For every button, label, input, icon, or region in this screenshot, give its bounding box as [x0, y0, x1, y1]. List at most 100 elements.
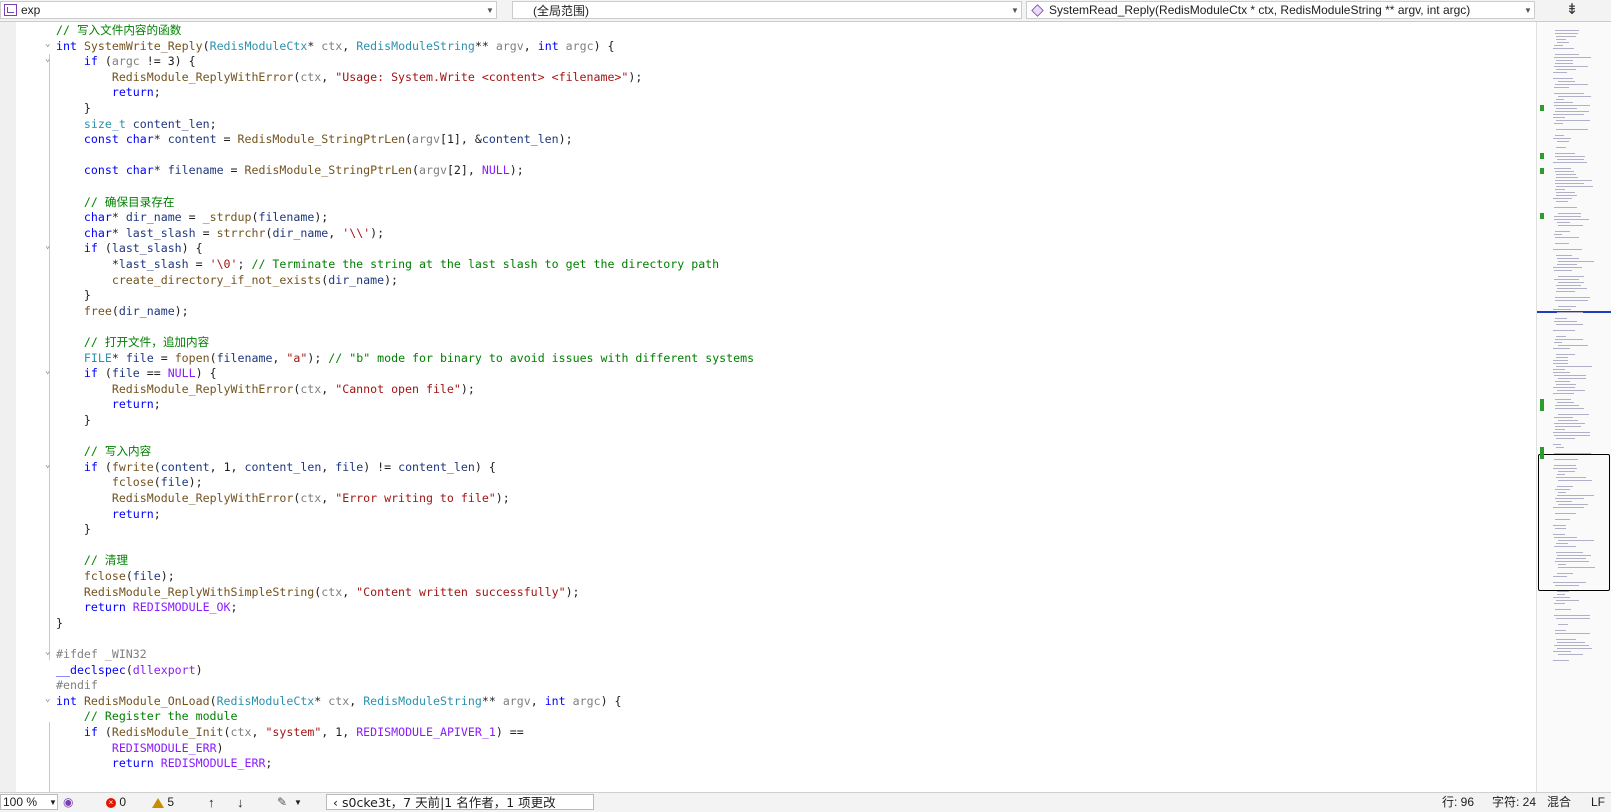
chevron-down-icon[interactable]: ▼ [294, 794, 302, 811]
code-text: } [56, 522, 91, 537]
code-text: RedisModule_ReplyWithError(ctx, "Usage: … [111, 69, 643, 84]
code-text: } [56, 413, 91, 427]
minimap-line [1555, 429, 1565, 430]
code-line[interactable]: fclose(file); [0, 474, 1536, 490]
line-number[interactable]: 行: 96 [1442, 794, 1474, 811]
minimap-change-marker [1540, 153, 1544, 159]
code-line[interactable]: size_t content_len; [0, 116, 1536, 132]
code-line[interactable]: } [0, 521, 1536, 537]
code-line[interactable]: // 写入文件内容的函数 [0, 22, 1536, 38]
code-line[interactable] [0, 537, 1536, 553]
minimap-line [1556, 186, 1593, 187]
code-line[interactable] [0, 630, 1536, 646]
code-editor[interactable]: // 写入文件内容的函数 ⌄ int SystemWrite_Reply(Redis… [0, 22, 1536, 792]
code-line[interactable]: ⌄ int RedisModule_OnLoad(RedisModuleCtx* … [0, 693, 1536, 709]
minimap-line [1553, 360, 1568, 361]
code-line[interactable]: char* dir_name = _strdup(filename); [0, 209, 1536, 225]
project-dropdown[interactable]: exp ▼ [0, 1, 497, 19]
fold-toggle-icon[interactable]: ⌄ [45, 241, 53, 251]
code-line[interactable]: FILE* file = fopen(filename, "a"); // "b… [0, 350, 1536, 366]
brush-icon[interactable]: ✎ [277, 794, 287, 811]
code-text: } [56, 615, 63, 630]
code-line[interactable]: fclose(file); [0, 568, 1536, 584]
code-line[interactable]: return REDISMODULE_ERR; [0, 755, 1536, 771]
error-count-value: 0 [119, 795, 127, 809]
minimap-line [1556, 324, 1583, 325]
minimap-line [1556, 438, 1575, 439]
char-number[interactable]: 字符: 24 [1492, 794, 1536, 811]
fold-toggle-icon[interactable]: ⌄ [45, 694, 53, 704]
code-line[interactable]: } [0, 412, 1536, 428]
minimap-line [1556, 366, 1592, 367]
arrow-down-icon[interactable]: ↓ [237, 794, 244, 811]
minimap-line [1558, 492, 1566, 493]
code-line[interactable]: char* last_slash = strrchr(dir_name, '\\… [0, 225, 1536, 241]
minimap[interactable] [1536, 22, 1611, 792]
code-line[interactable]: // 写入内容 [0, 443, 1536, 459]
minimap-line [1556, 60, 1573, 61]
minimap-line [1553, 525, 1566, 526]
scope-dropdown[interactable]: (全局范围) ▼ [512, 1, 1022, 19]
code-line[interactable]: RedisModule_ReplyWithError(ctx, "Cannot … [0, 381, 1536, 397]
minimap-viewport[interactable] [1538, 454, 1610, 591]
code-line[interactable]: } [0, 287, 1536, 303]
code-line[interactable]: create_directory_if_not_exists(dir_name)… [0, 272, 1536, 288]
code-line[interactable]: return REDISMODULE_OK; [0, 599, 1536, 615]
minimap-line [1553, 432, 1590, 433]
code-line[interactable]: free(dir_name); [0, 303, 1536, 319]
code-line[interactable]: return; [0, 84, 1536, 100]
line-ending[interactable]: LF [1591, 794, 1605, 811]
code-line[interactable]: ⌄ int SystemWrite_Reply(RedisModuleCtx* c… [0, 38, 1536, 54]
whitespace-mode[interactable]: 混合 [1547, 794, 1571, 811]
code-line[interactable]: const char* filename = RedisModule_Strin… [0, 162, 1536, 178]
code-line[interactable]: *last_slash = '\0'; // Terminate the str… [0, 256, 1536, 272]
code-line[interactable]: ⌄ #ifdef _WIN32 [0, 646, 1536, 662]
code-line[interactable]: RedisModule_ReplyWithError(ctx, "Error w… [0, 490, 1536, 506]
minimap-change-marker [1540, 405, 1544, 411]
minimap-line [1558, 306, 1576, 307]
code-line[interactable]: } [0, 615, 1536, 631]
code-line[interactable]: RedisModule_ReplyWithSimpleString(ctx, "… [0, 584, 1536, 600]
code-line[interactable]: ⌄ if (last_slash) { [0, 240, 1536, 256]
warning-count[interactable]: 5 [152, 794, 174, 811]
zoom-dropdown[interactable]: 100 % ▼ [0, 794, 58, 810]
code-line[interactable]: const char* content = RedisModule_String… [0, 131, 1536, 147]
copilot-icon[interactable]: ◉ [63, 794, 73, 811]
git-blame-info[interactable]: ‹ s0cke3t，7 天前|1 名作者，1 项更改 [326, 794, 594, 810]
code-line[interactable]: #endif [0, 677, 1536, 693]
code-line[interactable] [0, 428, 1536, 444]
code-line[interactable]: RedisModule_ReplyWithError(ctx, "Usage: … [0, 69, 1536, 85]
minimap-line [1554, 321, 1577, 322]
fold-toggle-icon[interactable]: ⌄ [45, 460, 53, 470]
fold-toggle-icon[interactable]: ⌄ [45, 366, 53, 376]
code-line[interactable]: ⌄ if (argc != 3) { [0, 53, 1536, 69]
code-line[interactable]: } [0, 100, 1536, 116]
code-line[interactable] [0, 178, 1536, 194]
minimap-line [1555, 426, 1581, 427]
arrow-up-icon[interactable]: ↑ [208, 794, 215, 811]
code-line[interactable]: return; [0, 506, 1536, 522]
minimap-line [1558, 471, 1575, 472]
code-line[interactable]: ⌄ if (file == NULL) { [0, 365, 1536, 381]
code-line[interactable]: ⌄ if (fwrite(content, 1, content_len, fi… [0, 459, 1536, 475]
code-line[interactable]: __declspec(dllexport) [0, 662, 1536, 678]
code-text: fclose(file); [83, 569, 175, 583]
code-line[interactable] [0, 318, 1536, 334]
code-line[interactable]: // 打开文件，追加内容 [0, 334, 1536, 350]
code-line[interactable]: if (RedisModule_Init(ctx, "system", 1, R… [0, 724, 1536, 740]
fold-toggle-icon[interactable]: ⌄ [45, 39, 53, 49]
minimap-change-marker [1540, 453, 1544, 459]
minimap-line [1553, 138, 1571, 139]
fold-toggle-icon[interactable]: ⌄ [45, 54, 53, 64]
code-line[interactable]: // 清理 [0, 552, 1536, 568]
fold-toggle-icon[interactable]: ⌄ [45, 647, 53, 657]
code-line[interactable]: return; [0, 396, 1536, 412]
code-line[interactable]: REDISMODULE_ERR) [0, 740, 1536, 756]
code-line[interactable] [0, 147, 1536, 163]
split-editor-button[interactable]: ⇟ [1535, 0, 1609, 21]
error-count[interactable]: × 0 [106, 794, 126, 811]
member-dropdown[interactable]: SystemRead_Reply(RedisModuleCtx * ctx, R… [1026, 1, 1535, 19]
minimap-line [1553, 78, 1573, 79]
code-line[interactable]: // Register the module [0, 708, 1536, 724]
code-line[interactable]: // 确保目录存在 [0, 194, 1536, 210]
